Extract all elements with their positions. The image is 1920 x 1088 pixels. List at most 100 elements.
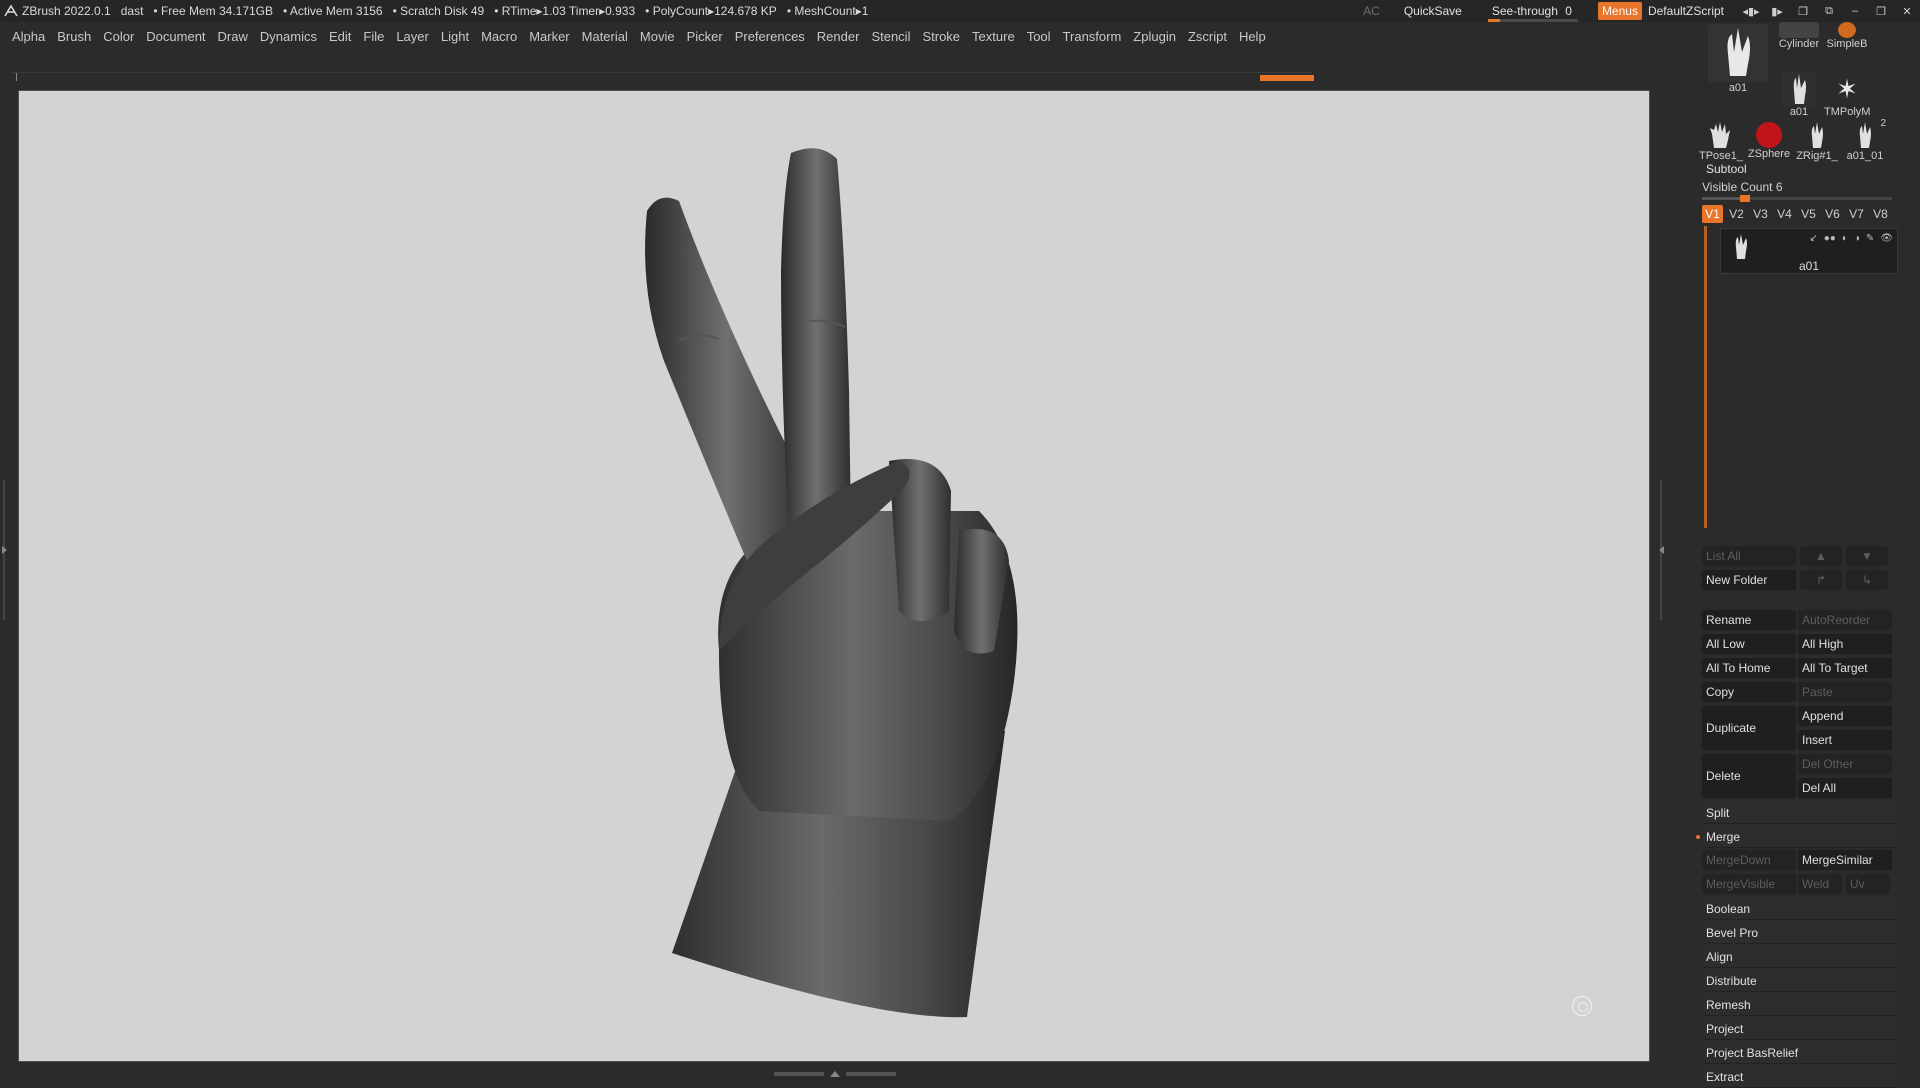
all-high-button[interactable]: All High: [1798, 634, 1892, 654]
menu-transform[interactable]: Transform: [1063, 29, 1122, 44]
append-button[interactable]: Append: [1798, 706, 1892, 726]
version-tab-v2[interactable]: V2: [1726, 205, 1747, 223]
menu-file[interactable]: File: [363, 29, 384, 44]
menu-movie[interactable]: Movie: [640, 29, 675, 44]
duplicate-button[interactable]: Duplicate: [1702, 706, 1796, 750]
menu-alpha[interactable]: Alpha: [12, 29, 45, 44]
right-tray-toggle[interactable]: [1656, 480, 1666, 620]
version-tab-v6[interactable]: V6: [1822, 205, 1843, 223]
move-out-folder-icon[interactable]: ↳: [1846, 570, 1888, 590]
top-shelf[interactable]: [12, 72, 1314, 83]
menu-color[interactable]: Color: [103, 29, 134, 44]
menu-document[interactable]: Document: [146, 29, 205, 44]
delete-button[interactable]: Delete: [1702, 754, 1796, 798]
remesh-section[interactable]: Remesh: [1702, 994, 1896, 1016]
quicksave-button[interactable]: QuickSave: [1404, 4, 1462, 18]
del-other-button[interactable]: Del Other: [1798, 754, 1892, 774]
menu-material[interactable]: Material: [582, 29, 628, 44]
version-tab-v1[interactable]: V1: [1702, 205, 1723, 223]
menu-zplugin[interactable]: Zplugin: [1133, 29, 1176, 44]
move-into-folder-icon[interactable]: ↱: [1800, 570, 1842, 590]
rename-button[interactable]: Rename: [1702, 610, 1796, 630]
bevel-pro-section[interactable]: Bevel Pro: [1702, 922, 1896, 944]
subtool-scrollbar[interactable]: [1704, 226, 1707, 528]
tool-thumb-tpose1[interactable]: TPose1_: [1698, 120, 1744, 162]
mergesimilar-button[interactable]: MergeSimilar: [1798, 850, 1892, 870]
tool-thumb-zsphere[interactable]: ZSphere: [1746, 120, 1792, 160]
version-tab-v4[interactable]: V4: [1774, 205, 1795, 223]
minimize-icon[interactable]: ‒: [1842, 0, 1868, 22]
menu-marker[interactable]: Marker: [529, 29, 569, 44]
version-tab-v5[interactable]: V5: [1798, 205, 1819, 223]
arrow-up-icon[interactable]: ▲: [1800, 546, 1842, 566]
eye-icon[interactable]: 👁: [1880, 233, 1893, 244]
subtool-item[interactable]: ↙ ●● ◐ ◑ ✎ 👁 a01: [1720, 228, 1898, 274]
menu-brush[interactable]: Brush: [57, 29, 91, 44]
all-to-home-button[interactable]: All To Home: [1702, 658, 1796, 678]
restore-icon[interactable]: ❐: [1868, 0, 1894, 22]
split-section[interactable]: Split: [1702, 802, 1896, 824]
align-section[interactable]: Align: [1702, 946, 1896, 968]
mergedown-button[interactable]: MergeDown: [1702, 850, 1796, 870]
tool-thumb-a01-01[interactable]: 2 a01_01: [1842, 118, 1888, 162]
menu-help[interactable]: Help: [1239, 29, 1266, 44]
tool-thumb-simpleb[interactable]: SimpleB: [1824, 22, 1870, 50]
tool-thumb-a01[interactable]: a01: [1776, 72, 1822, 118]
window-icon[interactable]: ❐: [1790, 0, 1816, 22]
subtool-header[interactable]: Subtool: [1706, 162, 1906, 176]
insert-button[interactable]: Insert: [1798, 730, 1892, 750]
uv-button[interactable]: Uv: [1846, 874, 1890, 894]
visible-count-slider[interactable]: Visible Count 6: [1702, 180, 1902, 202]
arrow-down-icon[interactable]: ▼: [1846, 546, 1888, 566]
tool-thumb-zrig[interactable]: ZRig#1_: [1794, 120, 1840, 162]
boolean-section[interactable]: Boolean: [1702, 898, 1896, 920]
tool-thumb-cylinder[interactable]: Cylinder: [1776, 22, 1822, 50]
seethrough-slider[interactable]: See-through 0: [1487, 4, 1578, 22]
layout-left-icon[interactable]: ◂▮▸: [1738, 0, 1764, 22]
version-tab-v7[interactable]: V7: [1846, 205, 1867, 223]
new-folder-button[interactable]: New Folder: [1702, 570, 1796, 590]
toggle-icon[interactable]: ●●: [1824, 233, 1836, 244]
paste-button[interactable]: Paste: [1798, 682, 1892, 702]
menu-tool[interactable]: Tool: [1027, 29, 1051, 44]
extract-section[interactable]: Extract: [1702, 1066, 1896, 1088]
version-tab-v3[interactable]: V3: [1750, 205, 1771, 223]
autoreorder-button[interactable]: AutoReorder: [1798, 610, 1892, 630]
menu-picker[interactable]: Picker: [687, 29, 723, 44]
ac-button[interactable]: AC: [1363, 4, 1380, 18]
distribute-section[interactable]: Distribute: [1702, 970, 1896, 992]
default-zscript-button[interactable]: DefaultZScript: [1648, 4, 1724, 18]
subtool-list[interactable]: ↙ ●● ◐ ◑ ✎ 👁 a01: [1702, 226, 1908, 532]
tool-thumb-tmpolym[interactable]: ✶ TMPolyM: [1824, 72, 1870, 118]
arrow-down-icon[interactable]: ↙: [1809, 233, 1817, 244]
copy-button[interactable]: Copy: [1702, 682, 1796, 702]
menu-render[interactable]: Render: [817, 29, 860, 44]
merge-section[interactable]: Merge: [1696, 826, 1896, 848]
del-all-button[interactable]: Del All: [1798, 778, 1892, 798]
menu-layer[interactable]: Layer: [396, 29, 429, 44]
menu-macro[interactable]: Macro: [481, 29, 517, 44]
menu-stroke[interactable]: Stroke: [922, 29, 960, 44]
canvas-viewport[interactable]: [18, 90, 1650, 1062]
menu-texture[interactable]: Texture: [972, 29, 1015, 44]
tool-thumb-a01-big[interactable]: a01: [1708, 24, 1768, 94]
all-to-target-button[interactable]: All To Target: [1798, 658, 1892, 678]
polyframe-icon[interactable]: ◐: [1842, 233, 1848, 244]
menu-stencil[interactable]: Stencil: [871, 29, 910, 44]
project-basrelief-section[interactable]: Project BasRelief: [1702, 1042, 1896, 1064]
weld-button[interactable]: Weld: [1798, 874, 1842, 894]
menus-toggle[interactable]: Menus: [1597, 2, 1642, 20]
left-tray-toggle[interactable]: [0, 480, 10, 620]
menu-zscript[interactable]: Zscript: [1188, 29, 1227, 44]
mask-icon[interactable]: ◑: [1854, 233, 1860, 244]
list-all-button[interactable]: List All: [1702, 546, 1796, 566]
layout-right-icon[interactable]: ▮▸: [1764, 0, 1790, 22]
window-2-icon[interactable]: ⧉: [1816, 0, 1842, 22]
all-low-button[interactable]: All Low: [1702, 634, 1796, 654]
menu-edit[interactable]: Edit: [329, 29, 351, 44]
menu-light[interactable]: Light: [441, 29, 469, 44]
menu-preferences[interactable]: Preferences: [735, 29, 805, 44]
project-section[interactable]: Project: [1702, 1018, 1896, 1040]
menu-draw[interactable]: Draw: [218, 29, 248, 44]
close-icon[interactable]: ✕: [1894, 0, 1920, 22]
